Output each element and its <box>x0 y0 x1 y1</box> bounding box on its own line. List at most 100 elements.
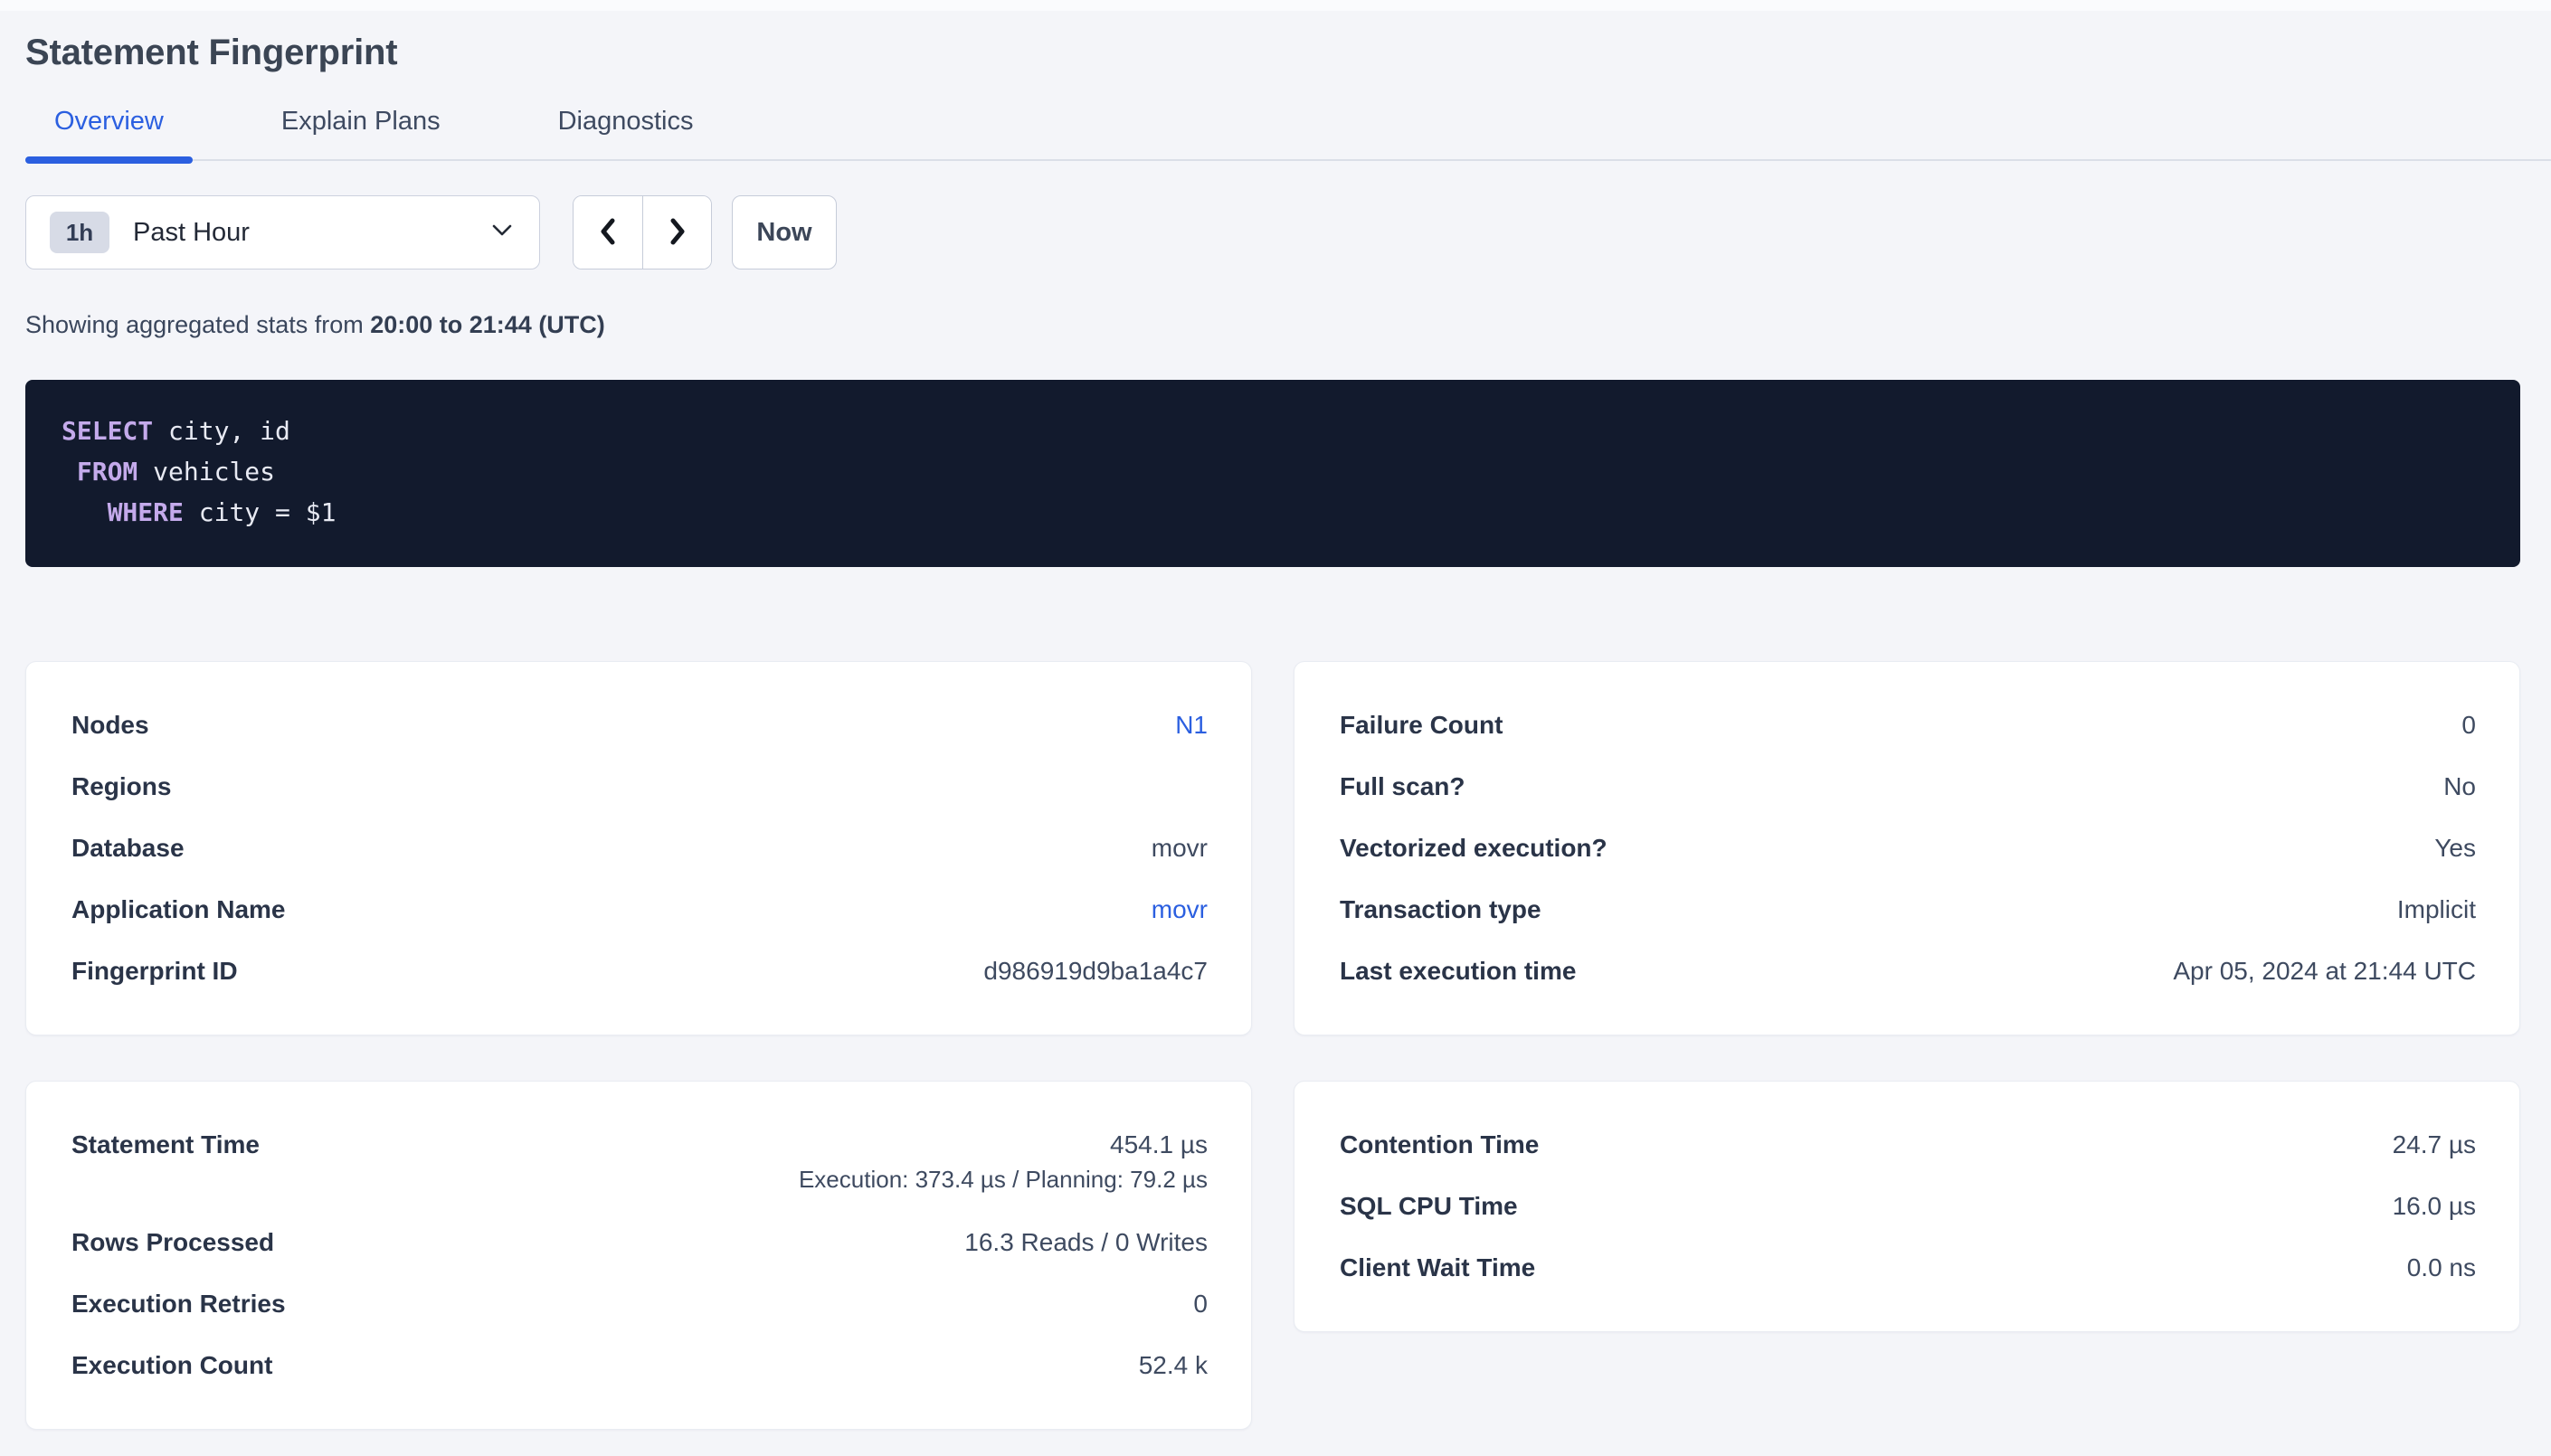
now-button[interactable]: Now <box>732 195 837 269</box>
stat-label: Full scan? <box>1340 771 1501 803</box>
sql-text: city = $1 <box>184 497 337 527</box>
sql-keyword: WHERE <box>108 497 184 527</box>
stat-label: Vectorized execution? <box>1340 832 1644 865</box>
stat-value-wrap: movr <box>1152 893 1208 926</box>
sql-text: city, id <box>153 416 290 446</box>
wait-time-stats-card: Contention Time 24.7 µs SQL CPU Time 16.0 µ… <box>1294 1081 2520 1332</box>
stat-value: 0 <box>2461 709 2476 742</box>
sql-statement-box: SELECT city, id FROM vehicles WHERE city… <box>25 380 2520 567</box>
stat-value-wrap: 0 <box>1193 1288 1208 1320</box>
stat-value: 16.3 Reads / 0 Writes <box>964 1226 1208 1259</box>
timing-stats-card: Statement Time 454.1 µsExecution: 373.4 µ… <box>25 1081 1252 1430</box>
stat-row: Execution Count 52.4 k <box>71 1335 1208 1396</box>
chevron-right-icon <box>668 216 688 250</box>
stat-value: 52.4 k <box>1139 1349 1208 1382</box>
stat-value-wrap: d986919d9ba1a4c7 <box>983 955 1208 988</box>
stat-value-link[interactable]: movr <box>1152 895 1208 923</box>
stat-value: movr <box>1152 832 1208 865</box>
sql-text <box>62 457 77 487</box>
stat-label: Contention Time <box>1340 1129 1575 1161</box>
stat-label: Regions <box>71 771 207 803</box>
stat-value-wrap: movr <box>1152 832 1208 865</box>
next-range-button[interactable] <box>642 196 711 269</box>
stat-value: d986919d9ba1a4c7 <box>983 955 1208 988</box>
stat-subvalue: Execution: 373.4 µs / Planning: 79.2 µs <box>799 1161 1208 1197</box>
stat-value-wrap: No <box>2443 771 2476 803</box>
stat-value-link[interactable]: N1 <box>1175 711 1208 739</box>
stat-label: Execution Count <box>71 1349 308 1382</box>
stat-row: Failure Count 0 <box>1340 695 2476 756</box>
aggregated-stats-text: Showing aggregated stats from 20:00 to 2… <box>25 309 2520 340</box>
time-range-select[interactable]: 1h Past Hour <box>25 195 540 269</box>
time-range-value: Past Hour <box>133 218 250 248</box>
stat-label: SQL CPU Time <box>1340 1190 1554 1223</box>
stat-value-wrap: 0.0 ns <box>2407 1252 2476 1284</box>
stat-value-wrap: Apr 05, 2024 at 21:44 UTC <box>2173 955 2476 988</box>
stat-value: No <box>2443 771 2476 803</box>
stat-label: Failure Count <box>1340 709 1539 742</box>
sql-keyword: FROM <box>77 457 138 487</box>
stat-label: Fingerprint ID <box>71 955 274 988</box>
stat-value-wrap: 52.4 k <box>1139 1349 1208 1382</box>
execution-attributes-card: Failure Count 0 Full scan? No Vectorized exe… <box>1294 661 2520 1035</box>
statement-fingerprint-page: Statement Fingerprint Overview Explain Pl… <box>0 31 2551 1430</box>
stat-row: Fingerprint ID d986919d9ba1a4c7 <box>71 941 1208 1002</box>
aggregated-stats-prefix: Showing aggregated stats from <box>25 311 370 338</box>
sql-keyword: SELECT <box>62 416 153 446</box>
time-range-pager <box>573 195 712 269</box>
tab-bar: Overview Explain Plans Diagnostics <box>25 105 2551 161</box>
stat-label: Last execution time <box>1340 955 1612 988</box>
stat-row: Statement Time 454.1 µsExecution: 373.4 µ… <box>71 1114 1208 1212</box>
chevron-left-icon <box>598 216 618 250</box>
stat-row: Application Name movr <box>71 879 1208 941</box>
tab-diagnostics[interactable]: Diagnostics <box>529 105 723 159</box>
stat-row: Database movr <box>71 818 1208 879</box>
stat-value-wrap: Implicit <box>2397 893 2476 926</box>
stat-label: Transaction type <box>1340 893 1578 926</box>
stat-row: Full scan? No <box>1340 756 2476 818</box>
stat-label: Rows Processed <box>71 1226 310 1259</box>
stat-row: Vectorized execution? Yes <box>1340 818 2476 879</box>
stat-value: 0 <box>1193 1288 1208 1320</box>
stat-value-wrap: 16.0 µs <box>2393 1190 2476 1223</box>
stat-value: 16.0 µs <box>2393 1190 2476 1223</box>
stat-value: 454.1 µs <box>799 1129 1208 1161</box>
stat-value-wrap: 16.3 Reads / 0 Writes <box>964 1226 1208 1259</box>
top-strip <box>0 0 2551 11</box>
stat-value: Implicit <box>2397 893 2476 926</box>
stat-label: Database <box>71 832 221 865</box>
stat-row: Transaction type Implicit <box>1340 879 2476 941</box>
time-controls: 1h Past Hour <box>25 195 2520 269</box>
stat-value: 24.7 µs <box>2393 1129 2476 1161</box>
chevron-down-icon <box>492 224 512 241</box>
stat-value-wrap: Yes <box>2434 832 2476 865</box>
stat-value: Apr 05, 2024 at 21:44 UTC <box>2173 955 2476 988</box>
statement-metadata-card: NodesN1RegionsDatabasemovrApplication Na… <box>25 661 1252 1035</box>
stat-row: Execution Retries 0 <box>71 1273 1208 1335</box>
tab-overview[interactable]: Overview <box>25 105 193 159</box>
stat-row: Nodes N1 <box>71 695 1208 756</box>
stat-value-wrap: N1 <box>1175 709 1208 742</box>
stat-row: Contention Time 24.7 µs <box>1340 1114 2476 1176</box>
stat-value-wrap: 24.7 µs <box>2393 1129 2476 1161</box>
stat-row: SQL CPU Time 16.0 µs <box>1340 1176 2476 1237</box>
page-title: Statement Fingerprint <box>25 31 2520 74</box>
stat-label: Execution Retries <box>71 1288 322 1320</box>
time-range-badge: 1h <box>50 212 109 253</box>
stat-label: Statement Time <box>71 1129 296 1161</box>
tab-explain-plans[interactable]: Explain Plans <box>252 105 469 159</box>
prev-range-button[interactable] <box>574 196 642 269</box>
sql-text <box>62 497 108 527</box>
stat-label: Application Name <box>71 893 321 926</box>
sql-text: vehicles <box>138 457 275 487</box>
stat-label: Client Wait Time <box>1340 1252 1571 1284</box>
stat-row: Client Wait Time 0.0 ns <box>1340 1237 2476 1299</box>
summary-cards-grid: NodesN1RegionsDatabasemovrApplication Na… <box>25 661 2520 1430</box>
stat-label: Nodes <box>71 709 185 742</box>
stat-row: Rows Processed 16.3 Reads / 0 Writes <box>71 1212 1208 1273</box>
stat-value: 0.0 ns <box>2407 1252 2476 1284</box>
stat-value: Yes <box>2434 832 2476 865</box>
aggregated-stats-range: 20:00 to 21:44 (UTC) <box>370 311 605 338</box>
stat-value-wrap: 454.1 µsExecution: 373.4 µs / Planning: … <box>799 1129 1208 1197</box>
stat-value-wrap: 0 <box>2461 709 2476 742</box>
